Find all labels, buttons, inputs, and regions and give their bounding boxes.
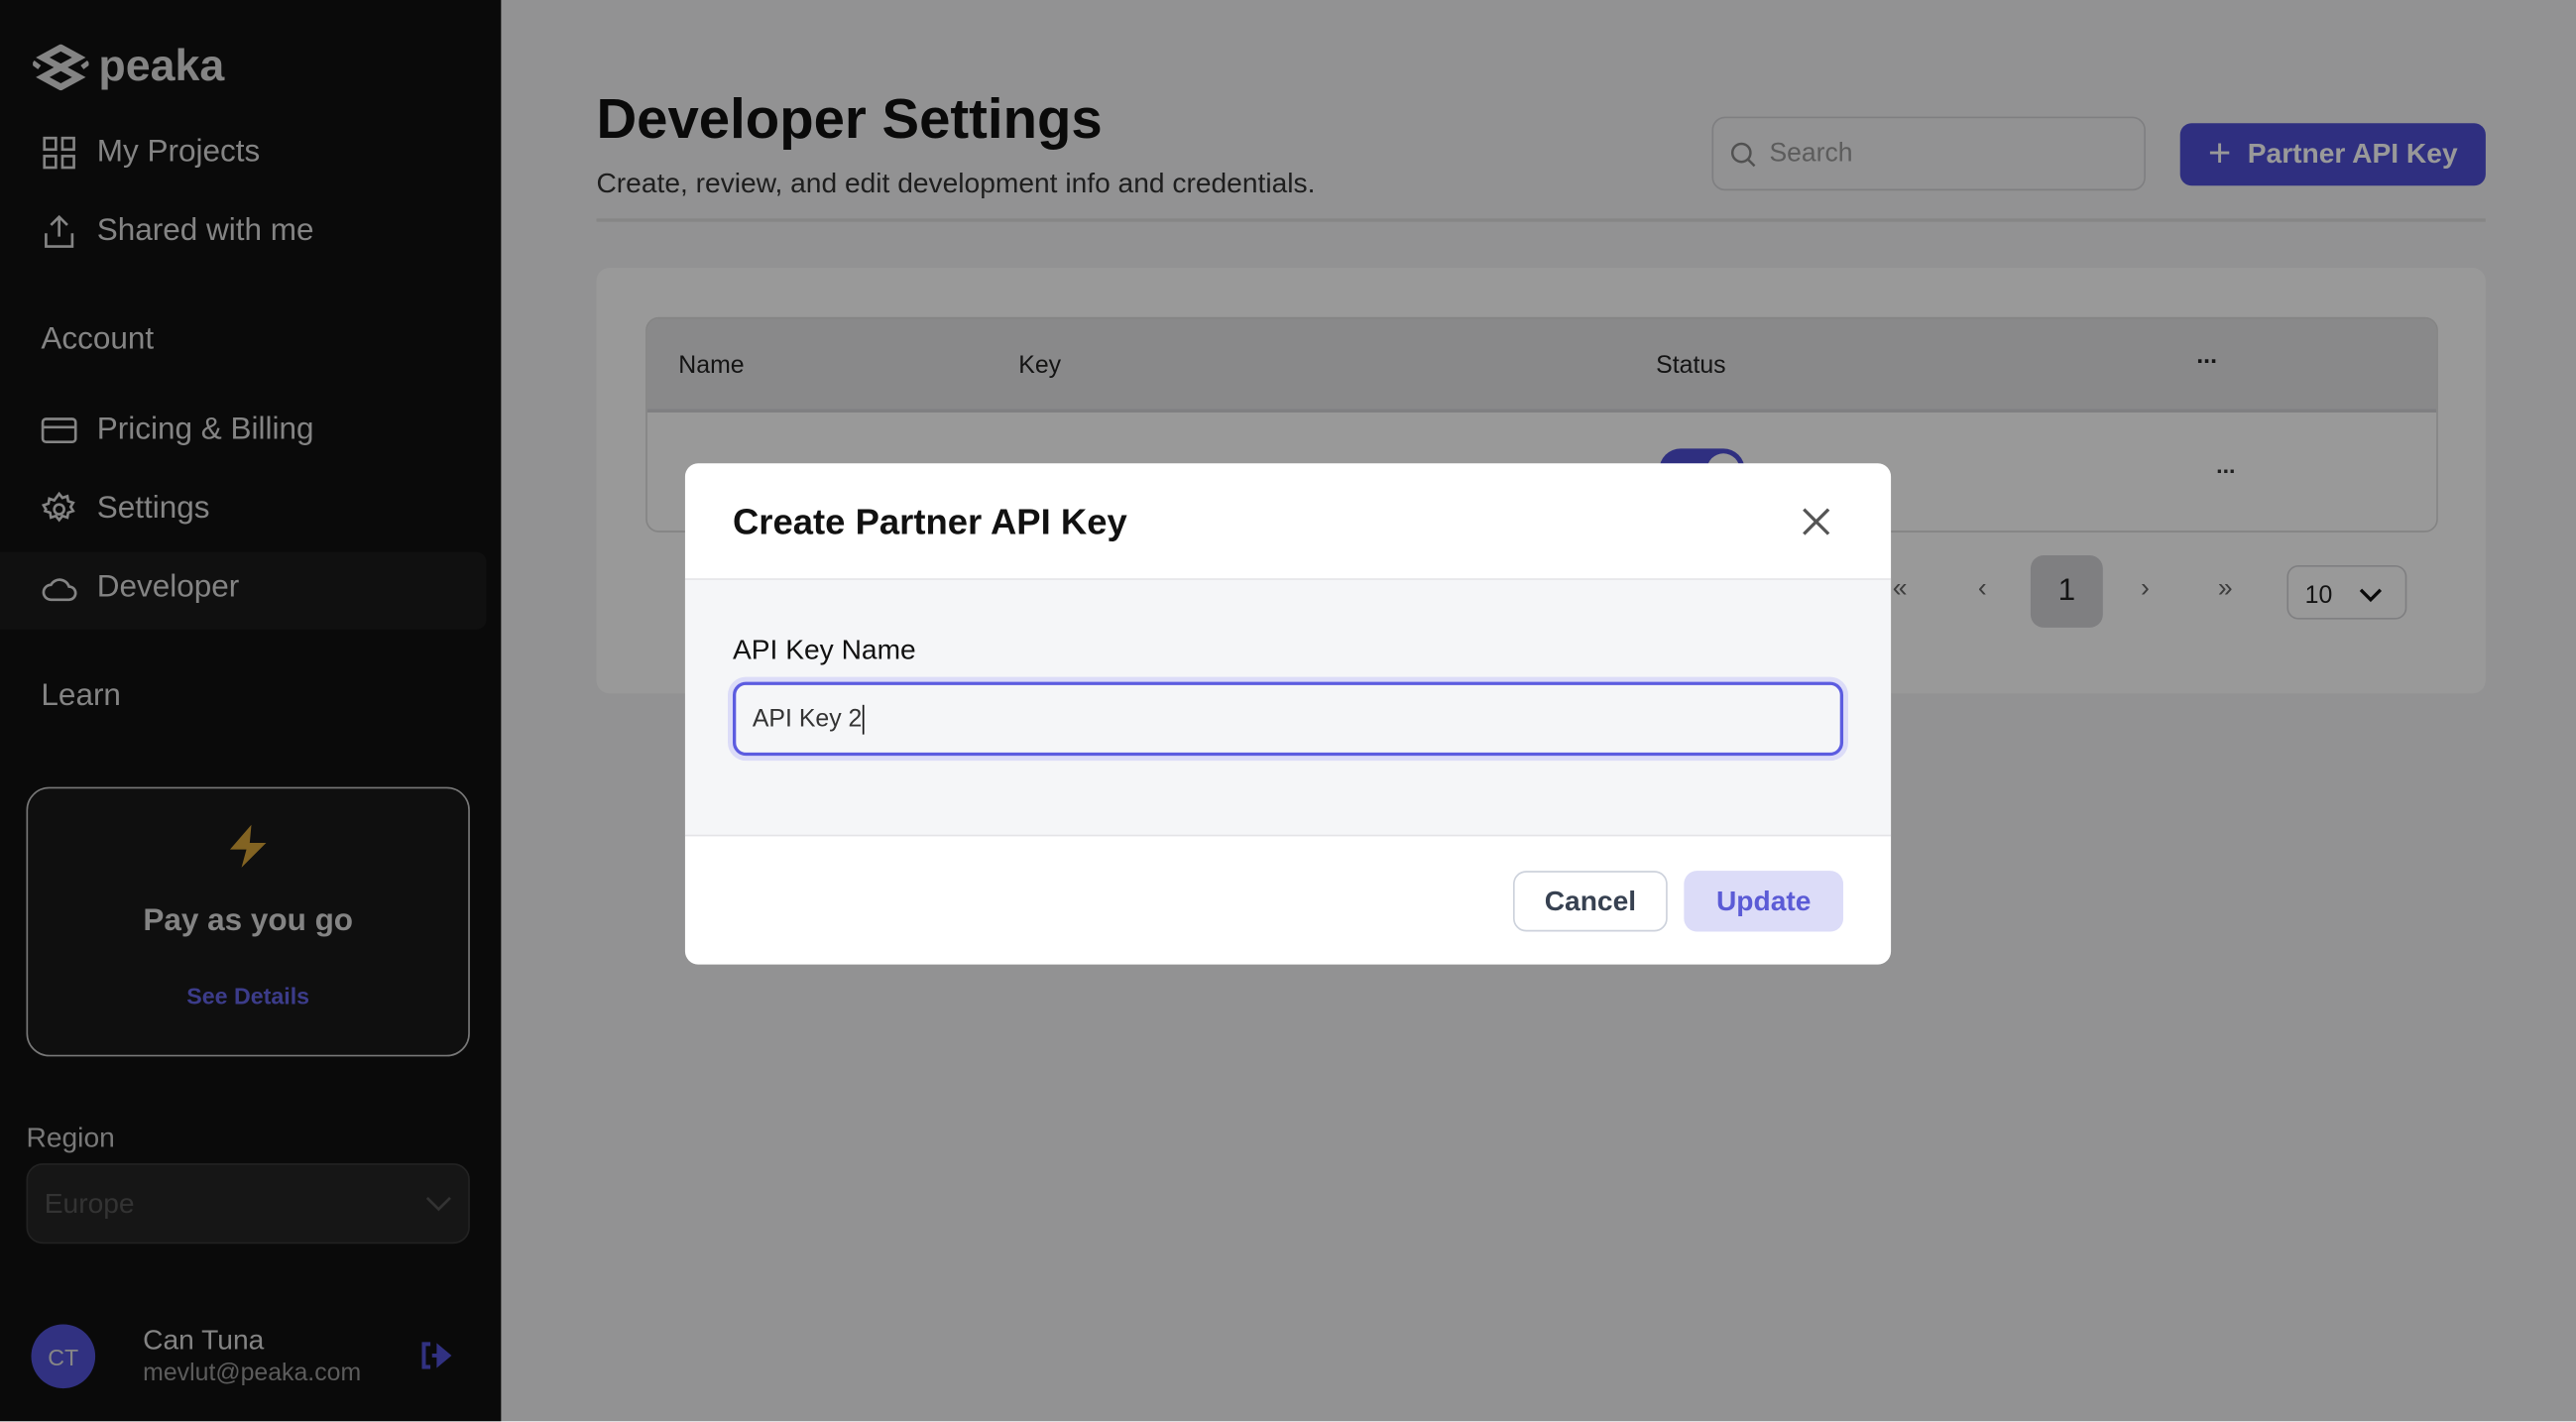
update-button[interactable]: Update [1684, 871, 1844, 932]
text-cursor [862, 703, 865, 734]
modal-header: Create Partner API Key [684, 463, 1892, 580]
modal-title: Create Partner API Key [732, 501, 1127, 542]
api-key-name-label: API Key Name [732, 634, 916, 666]
cancel-button[interactable]: Cancel [1513, 871, 1668, 932]
api-key-name-input[interactable]: API Key 2 [732, 681, 1844, 757]
create-api-key-modal: Create Partner API Key API Key Name API … [684, 463, 1892, 965]
modal-body: API Key Name API Key 2 [684, 579, 1892, 837]
close-icon[interactable] [1803, 508, 1830, 535]
input-value: API Key 2 [752, 704, 863, 733]
